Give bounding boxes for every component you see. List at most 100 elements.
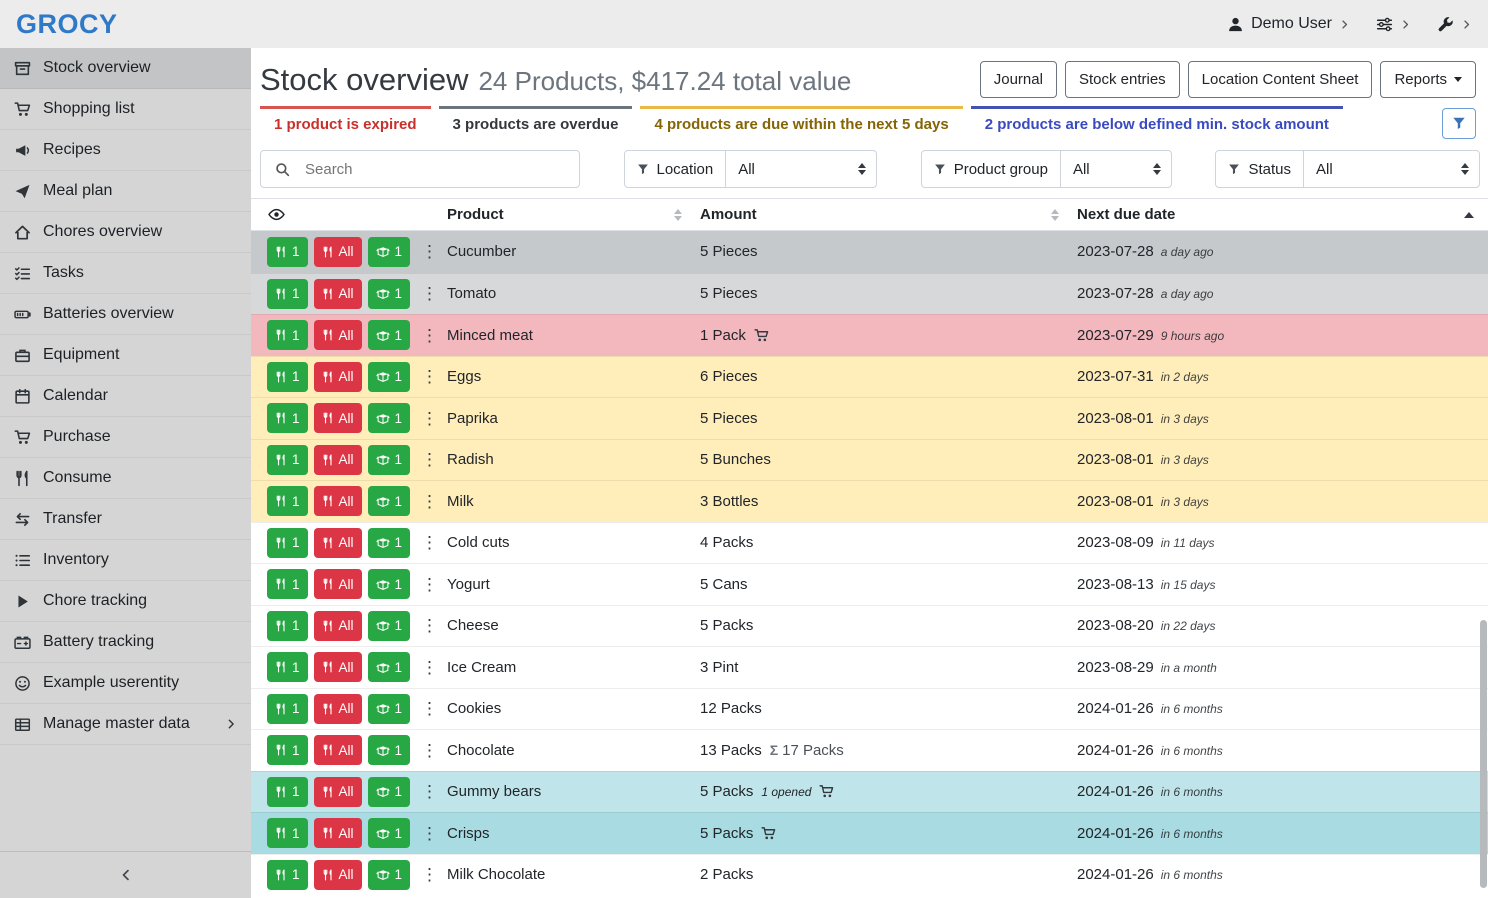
consume-one-button[interactable]: 1 bbox=[267, 860, 308, 890]
journal-button[interactable]: Journal bbox=[980, 61, 1057, 98]
column-header-amount[interactable]: Amount bbox=[700, 206, 1077, 223]
sidebar-item-transfer[interactable]: Transfer bbox=[0, 499, 251, 540]
open-one-button[interactable]: 1 bbox=[368, 362, 411, 392]
consume-one-button[interactable]: 1 bbox=[267, 818, 308, 848]
table-row[interactable]: 1 All 1 ⋮ Cookies 12 Packs bbox=[251, 688, 1488, 730]
open-one-button[interactable]: 1 bbox=[368, 320, 411, 350]
open-one-button[interactable]: 1 bbox=[368, 528, 411, 558]
sidebar-item-meal-plan[interactable]: Meal plan bbox=[0, 171, 251, 212]
row-menu-icon[interactable]: ⋮ bbox=[418, 410, 441, 427]
sidebar-item-stock-overview[interactable]: Stock overview bbox=[0, 48, 251, 89]
consume-all-button[interactable]: All bbox=[314, 320, 362, 350]
consume-one-button[interactable]: 1 bbox=[267, 279, 308, 309]
sidebar-collapse-button[interactable] bbox=[0, 851, 251, 898]
open-one-button[interactable]: 1 bbox=[368, 445, 411, 475]
row-menu-icon[interactable]: ⋮ bbox=[418, 576, 441, 593]
consume-all-button[interactable]: All bbox=[314, 445, 362, 475]
user-menu[interactable]: Demo User bbox=[1227, 15, 1350, 33]
sidebar-item-tasks[interactable]: Tasks bbox=[0, 253, 251, 294]
row-menu-icon[interactable]: ⋮ bbox=[418, 617, 441, 634]
table-row[interactable]: 1 All 1 ⋮ Paprika 5 Pieces bbox=[251, 397, 1488, 439]
consume-one-button[interactable]: 1 bbox=[267, 735, 308, 765]
admin-menu[interactable] bbox=[1437, 16, 1472, 33]
row-menu-icon[interactable]: ⋮ bbox=[418, 866, 441, 883]
table-row[interactable]: 1 All 1 ⋮ Milk 3 Bottles bbox=[251, 480, 1488, 522]
consume-one-button[interactable]: 1 bbox=[267, 694, 308, 724]
table-row[interactable]: 1 All 1 ⋮ Minced meat 1 Pack bbox=[251, 314, 1488, 356]
consume-one-button[interactable]: 1 bbox=[267, 362, 308, 392]
row-menu-icon[interactable]: ⋮ bbox=[418, 659, 441, 676]
sidebar-item-purchase[interactable]: Purchase bbox=[0, 417, 251, 458]
table-row[interactable]: 1 All 1 ⋮ Cold cuts 4 Packs bbox=[251, 522, 1488, 564]
table-row[interactable]: 1 All 1 ⋮ Chocolate 13 Packs bbox=[251, 729, 1488, 771]
consume-one-button[interactable]: 1 bbox=[267, 569, 308, 599]
row-menu-icon[interactable]: ⋮ bbox=[418, 783, 441, 800]
settings-menu[interactable] bbox=[1376, 16, 1411, 33]
open-one-button[interactable]: 1 bbox=[368, 403, 411, 433]
vertical-scrollbar[interactable] bbox=[1480, 620, 1487, 888]
open-one-button[interactable]: 1 bbox=[368, 569, 411, 599]
row-menu-icon[interactable]: ⋮ bbox=[418, 534, 441, 551]
consume-all-button[interactable]: All bbox=[314, 735, 362, 765]
table-row[interactable]: 1 All 1 ⋮ Crisps 5 Packs bbox=[251, 812, 1488, 854]
table-row[interactable]: 1 All 1 ⋮ Cucumber 5 Pieces bbox=[251, 231, 1488, 273]
open-one-button[interactable]: 1 bbox=[368, 818, 411, 848]
table-row[interactable]: 1 All 1 ⋮ Yogurt 5 Cans bbox=[251, 563, 1488, 605]
status-select[interactable]: All bbox=[1304, 151, 1479, 187]
row-menu-icon[interactable]: ⋮ bbox=[418, 451, 441, 468]
consume-all-button[interactable]: All bbox=[314, 403, 362, 433]
sidebar-item-calendar[interactable]: Calendar bbox=[0, 376, 251, 417]
row-menu-icon[interactable]: ⋮ bbox=[418, 742, 441, 759]
open-one-button[interactable]: 1 bbox=[368, 486, 411, 516]
open-one-button[interactable]: 1 bbox=[368, 237, 411, 267]
row-menu-icon[interactable]: ⋮ bbox=[418, 368, 441, 385]
row-menu-icon[interactable]: ⋮ bbox=[418, 700, 441, 717]
consume-all-button[interactable]: All bbox=[314, 362, 362, 392]
sidebar-item-consume[interactable]: Consume bbox=[0, 458, 251, 499]
consume-all-button[interactable]: All bbox=[314, 569, 362, 599]
status-banner[interactable]: 1 product is expired bbox=[260, 106, 431, 140]
consume-one-button[interactable]: 1 bbox=[267, 237, 308, 267]
consume-all-button[interactable]: All bbox=[314, 694, 362, 724]
consume-one-button[interactable]: 1 bbox=[267, 320, 308, 350]
column-visibility-toggle[interactable] bbox=[251, 206, 447, 223]
sidebar-item-recipes[interactable]: Recipes bbox=[0, 130, 251, 171]
open-one-button[interactable]: 1 bbox=[368, 777, 411, 807]
filter-toggle-button[interactable] bbox=[1442, 108, 1476, 139]
consume-all-button[interactable]: All bbox=[314, 818, 362, 848]
consume-one-button[interactable]: 1 bbox=[267, 528, 308, 558]
sidebar-item-shopping-list[interactable]: Shopping list bbox=[0, 89, 251, 130]
consume-one-button[interactable]: 1 bbox=[267, 611, 308, 641]
consume-one-button[interactable]: 1 bbox=[267, 777, 308, 807]
consume-one-button[interactable]: 1 bbox=[267, 486, 308, 516]
consume-all-button[interactable]: All bbox=[314, 486, 362, 516]
sidebar-item-equipment[interactable]: Equipment bbox=[0, 335, 251, 376]
row-menu-icon[interactable]: ⋮ bbox=[418, 825, 441, 842]
consume-all-button[interactable]: All bbox=[314, 279, 362, 309]
table-row[interactable]: 1 All 1 ⋮ Eggs 6 Pieces bbox=[251, 356, 1488, 398]
grocy-logo[interactable]: GROCY bbox=[16, 9, 118, 40]
sidebar-item-chore-tracking[interactable]: Chore tracking bbox=[0, 581, 251, 622]
consume-one-button[interactable]: 1 bbox=[267, 652, 308, 682]
open-one-button[interactable]: 1 bbox=[368, 860, 411, 890]
consume-all-button[interactable]: All bbox=[314, 611, 362, 641]
open-one-button[interactable]: 1 bbox=[368, 652, 411, 682]
open-one-button[interactable]: 1 bbox=[368, 694, 411, 724]
sidebar-item-inventory[interactable]: Inventory bbox=[0, 540, 251, 581]
status-banner[interactable]: 3 products are overdue bbox=[439, 106, 633, 140]
row-menu-icon[interactable]: ⋮ bbox=[418, 285, 441, 302]
consume-all-button[interactable]: All bbox=[314, 777, 362, 807]
table-row[interactable]: 1 All 1 ⋮ Radish 5 Bunches bbox=[251, 439, 1488, 481]
consume-all-button[interactable]: All bbox=[314, 860, 362, 890]
status-banner[interactable]: 2 products are below defined min. stock … bbox=[971, 106, 1343, 140]
sidebar-item-chores-overview[interactable]: Chores overview bbox=[0, 212, 251, 253]
row-menu-icon[interactable]: ⋮ bbox=[418, 493, 441, 510]
stock-entries-button[interactable]: Stock entries bbox=[1065, 61, 1180, 98]
open-one-button[interactable]: 1 bbox=[368, 611, 411, 641]
table-row[interactable]: 1 All 1 ⋮ Milk Chocolate 2 Packs bbox=[251, 854, 1488, 896]
sidebar-item-manage-master-data[interactable]: Manage master data bbox=[0, 704, 251, 745]
sidebar-item-batteries-overview[interactable]: Batteries overview bbox=[0, 294, 251, 335]
open-one-button[interactable]: 1 bbox=[368, 735, 411, 765]
location-content-sheet-button[interactable]: Location Content Sheet bbox=[1188, 61, 1373, 98]
open-one-button[interactable]: 1 bbox=[368, 279, 411, 309]
